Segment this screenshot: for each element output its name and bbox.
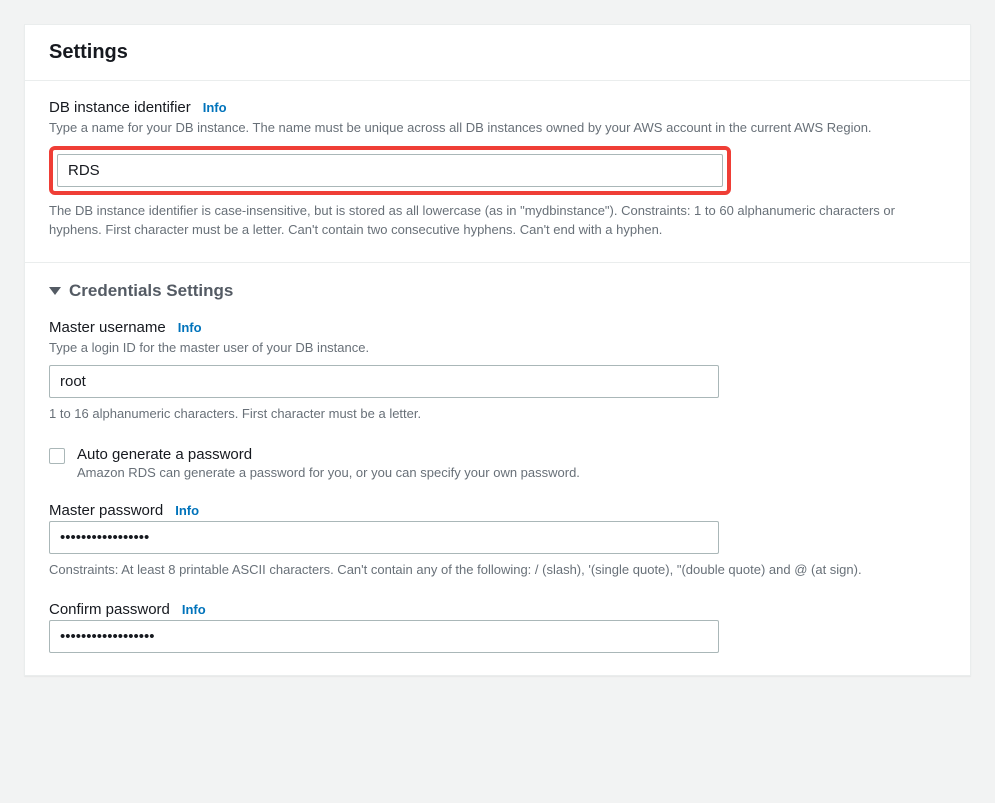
db-identifier-highlight bbox=[49, 146, 731, 195]
panel-header: Settings bbox=[25, 25, 970, 81]
db-identifier-hint: The DB instance identifier is case-insen… bbox=[49, 201, 946, 240]
auto-generate-label: Auto generate a password bbox=[77, 446, 580, 463]
confirm-password-info-link[interactable]: Info bbox=[182, 602, 206, 617]
db-identifier-desc: Type a name for your DB instance. The na… bbox=[49, 118, 946, 138]
master-password-input[interactable] bbox=[49, 521, 719, 554]
db-identifier-section: DB instance identifier Info Type a name … bbox=[25, 81, 970, 262]
master-username-hint: 1 to 16 alphanumeric characters. First c… bbox=[49, 404, 946, 424]
auto-generate-checkbox[interactable] bbox=[49, 448, 65, 464]
credentials-heading: Credentials Settings bbox=[69, 281, 233, 301]
credentials-expander[interactable]: Credentials Settings bbox=[49, 281, 946, 301]
panel-title: Settings bbox=[49, 41, 946, 64]
db-identifier-label: DB instance identifier bbox=[49, 99, 191, 116]
master-username-info-link[interactable]: Info bbox=[178, 320, 202, 335]
master-password-hint: Constraints: At least 8 printable ASCII … bbox=[49, 560, 946, 580]
caret-down-icon bbox=[49, 287, 61, 295]
confirm-password-input[interactable] bbox=[49, 620, 719, 653]
master-username-input[interactable] bbox=[49, 365, 719, 398]
confirm-password-block: Confirm password Info bbox=[49, 601, 946, 653]
auto-generate-desc: Amazon RDS can generate a password for y… bbox=[77, 465, 580, 480]
master-username-desc: Type a login ID for the master user of y… bbox=[49, 338, 946, 358]
master-password-info-link[interactable]: Info bbox=[175, 503, 199, 518]
db-identifier-input[interactable] bbox=[57, 154, 723, 187]
credentials-section: Credentials Settings Master username Inf… bbox=[25, 262, 970, 676]
master-username-label: Master username bbox=[49, 319, 166, 336]
master-password-block: Master password Info Constraints: At lea… bbox=[49, 502, 946, 580]
db-identifier-info-link[interactable]: Info bbox=[203, 100, 227, 115]
confirm-password-label: Confirm password bbox=[49, 601, 170, 618]
master-password-label: Master password bbox=[49, 502, 163, 519]
master-username-block: Master username Info Type a login ID for… bbox=[49, 319, 946, 424]
settings-panel: Settings DB instance identifier Info Typ… bbox=[24, 24, 971, 676]
auto-generate-block: Auto generate a password Amazon RDS can … bbox=[49, 446, 946, 480]
